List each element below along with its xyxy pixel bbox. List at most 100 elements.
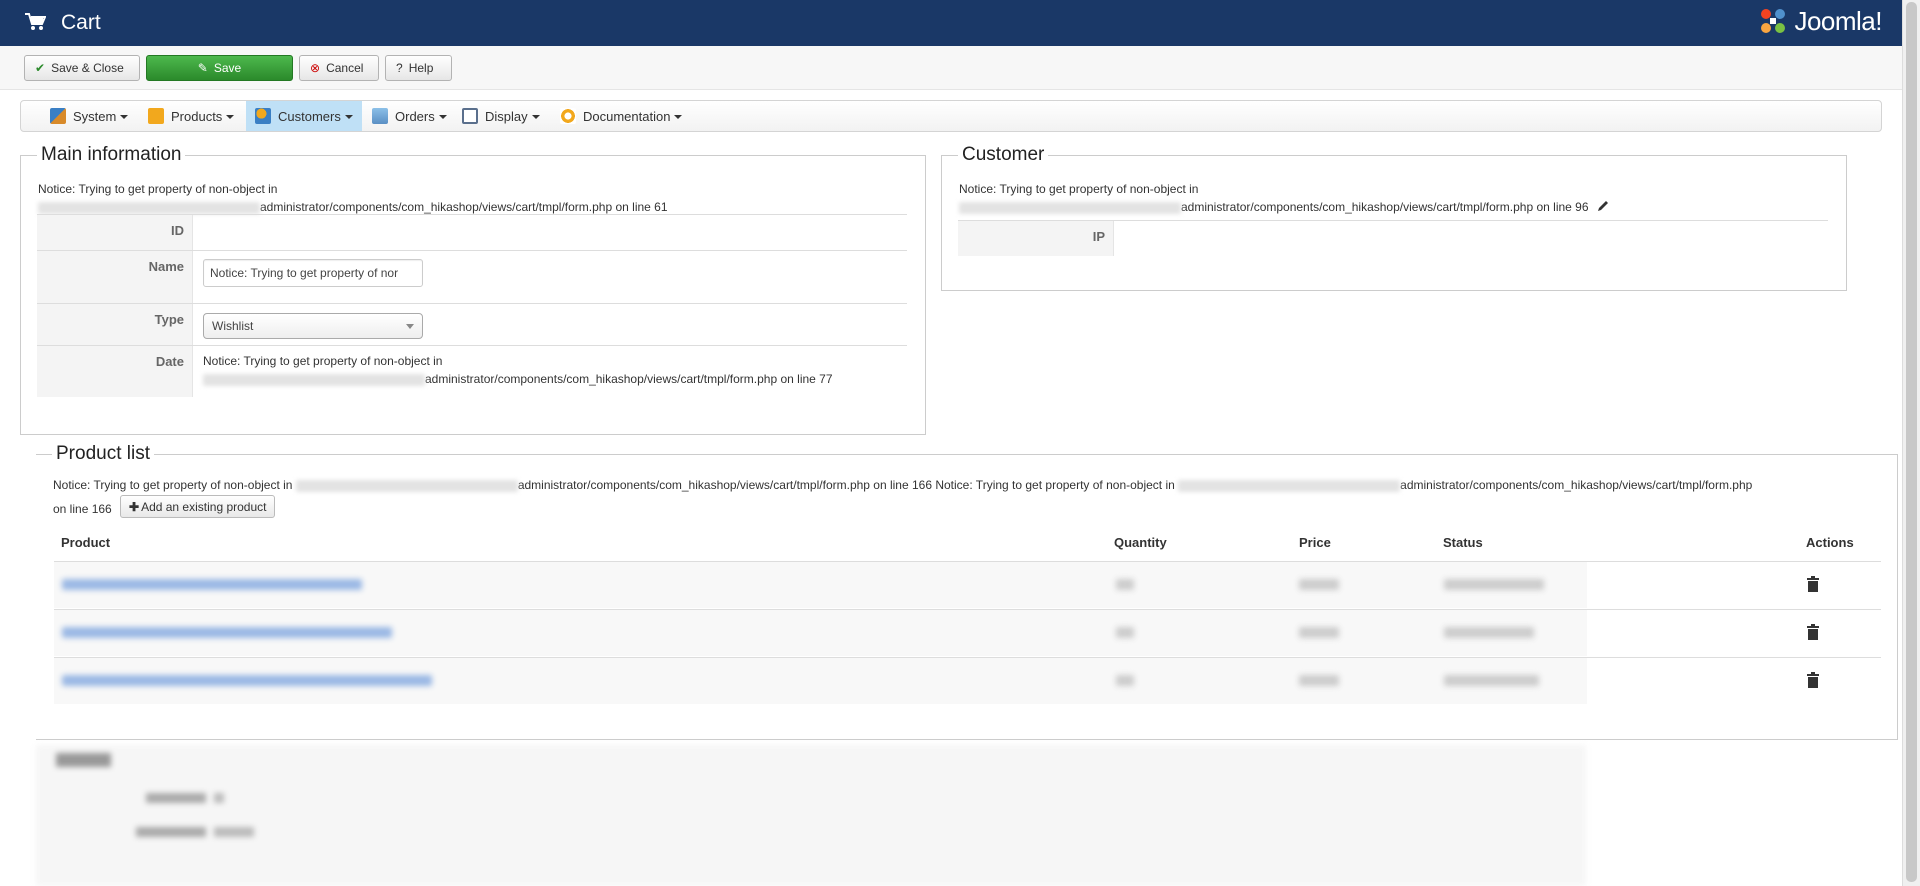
table-row — [54, 609, 1881, 656]
customer-legend: Customer — [958, 144, 1049, 166]
menu-display[interactable]: Display — [453, 101, 549, 131]
date-notice-line-1: Notice: Trying to get property of non-ob… — [203, 354, 443, 368]
menu-documentation-label: Documentation — [583, 108, 671, 124]
form-row-id: ID — [37, 214, 907, 250]
customer-notice: Notice: Trying to get property of non-ob… — [959, 180, 1610, 216]
redacted-price — [1299, 627, 1339, 638]
add-existing-product-button[interactable]: ✚ Add an existing product — [120, 495, 276, 518]
notice-line-1: Notice: Trying to get property of non-ob… — [38, 182, 278, 196]
chevron-down-icon — [226, 115, 235, 119]
lifebuoy-icon — [560, 108, 576, 124]
cancel-label: Cancel — [326, 61, 364, 75]
save-close-label: Save & Close — [51, 61, 124, 75]
redacted-price — [1299, 675, 1339, 686]
product-list-legend: Product list — [52, 443, 154, 465]
col-actions: Actions — [1806, 535, 1854, 550]
main-information-fieldset: Main information Notice: Trying to get p… — [20, 144, 926, 435]
box-icon — [148, 108, 164, 124]
menu-display-label: Display — [485, 108, 528, 124]
redacted-label — [136, 827, 206, 837]
type-select[interactable]: Wishlist — [203, 313, 423, 339]
check-icon: ✔ — [35, 61, 46, 75]
type-label: Type — [37, 304, 193, 345]
cancel-icon: ⊗ — [310, 61, 321, 75]
customer-notice-path: administrator/components/com_hikashop/vi… — [1181, 200, 1589, 214]
scrollbar-track[interactable] — [1902, 0, 1920, 886]
joomla-logo: Joomla! — [1758, 4, 1882, 38]
edit-icon: ✎ — [197, 61, 208, 75]
table-row — [54, 561, 1881, 608]
id-label: ID — [37, 215, 193, 250]
redacted-path — [203, 373, 425, 386]
form-row-type: Type Wishlist — [37, 303, 907, 345]
chevron-down-icon — [674, 115, 683, 119]
menu-products[interactable]: Products — [139, 101, 243, 131]
trash-icon[interactable] — [1806, 624, 1820, 640]
pencil-icon[interactable] — [1596, 199, 1610, 213]
chevron-down-icon — [120, 115, 129, 119]
redacted-status — [1444, 675, 1539, 686]
menu-customers[interactable]: Customers — [246, 101, 362, 131]
help-button[interactable]: ? Help — [385, 55, 452, 81]
table-row — [54, 657, 1881, 704]
tools-icon — [50, 108, 66, 124]
date-notice-path: administrator/components/com_hikashop/vi… — [425, 372, 833, 386]
redacted-path — [1178, 479, 1401, 492]
redacted-details-section — [36, 745, 1896, 886]
main-info-notice: Notice: Trying to get property of non-ob… — [38, 180, 668, 216]
redacted-value — [214, 793, 224, 803]
users-icon — [255, 108, 271, 124]
redacted-path — [38, 201, 260, 214]
redacted-bg — [36, 745, 1586, 886]
redacted-price — [1299, 579, 1339, 590]
menu-customers-label: Customers — [278, 108, 341, 124]
redacted-product-link[interactable] — [62, 579, 362, 590]
save-label: Save — [213, 61, 242, 75]
pl-notice-mid: administrator/components/com_hikashop/vi… — [517, 478, 1175, 492]
redacted-heading — [56, 753, 111, 767]
product-list-notice: Notice: Trying to get property of non-ob… — [53, 476, 1752, 494]
col-status: Status — [1443, 535, 1483, 550]
menu-documentation[interactable]: Documentation — [551, 101, 691, 131]
notice-path: administrator/components/com_hikashop/vi… — [260, 200, 668, 214]
trash-icon[interactable] — [1806, 672, 1820, 688]
date-notice-line-2: administrator/components/com_hikashop/vi… — [203, 370, 833, 388]
name-input[interactable]: Notice: Trying to get property of nor — [203, 259, 423, 287]
ip-label: IP — [958, 221, 1114, 256]
joomla-wordmark: Joomla! — [1794, 5, 1882, 36]
customer-notice-line-1: Notice: Trying to get property of non-ob… — [959, 182, 1199, 196]
page-title: Cart — [61, 11, 101, 34]
customer-fieldset: Customer Notice: Trying to get property … — [941, 144, 1847, 291]
redacted-status — [1444, 579, 1544, 590]
scrollbar-thumb[interactable] — [1906, 2, 1917, 882]
trash-icon[interactable] — [1806, 576, 1820, 592]
menu-system[interactable]: System — [41, 101, 137, 131]
pl-notice-line-2: on line 166 — [53, 502, 112, 516]
plus-icon: ✚ — [129, 499, 140, 514]
redacted-product-link[interactable] — [62, 627, 392, 638]
date-label: Date — [37, 346, 193, 397]
cancel-button[interactable]: ⊗ Cancel — [299, 55, 379, 81]
col-quantity: Quantity — [1114, 535, 1167, 550]
menu-orders[interactable]: Orders — [363, 101, 456, 131]
chevron-down-icon — [406, 324, 414, 329]
app-header: Cart Joomla! — [0, 0, 1902, 46]
redacted-label — [146, 793, 206, 803]
help-label: Help — [408, 61, 434, 75]
form-row-name: Name Notice: Trying to get property of n… — [37, 250, 907, 303]
save-close-button[interactable]: ✔ Save & Close — [24, 55, 140, 81]
redacted-status — [1444, 627, 1534, 638]
customer-notice-line-2: administrator/components/com_hikashop/vi… — [959, 198, 1610, 216]
orders-icon — [372, 108, 388, 124]
save-button[interactable]: ✎ Save — [146, 55, 293, 81]
redacted-product-link[interactable] — [62, 675, 432, 686]
form-row-date: Date Notice: Trying to get property of n… — [37, 345, 907, 397]
pl-notice-start: Notice: Trying to get property of non-ob… — [53, 478, 293, 492]
add-existing-product-label: Add an existing product — [141, 499, 267, 514]
redacted-quantity — [1116, 675, 1134, 686]
redacted-quantity — [1116, 627, 1134, 638]
redacted-path — [295, 479, 518, 492]
redacted-quantity — [1116, 579, 1134, 590]
toolbar: ✔ Save & Close ✎ Save ⊗ Cancel ? Help — [0, 46, 1902, 90]
date-notice: Notice: Trying to get property of non-ob… — [203, 352, 833, 388]
